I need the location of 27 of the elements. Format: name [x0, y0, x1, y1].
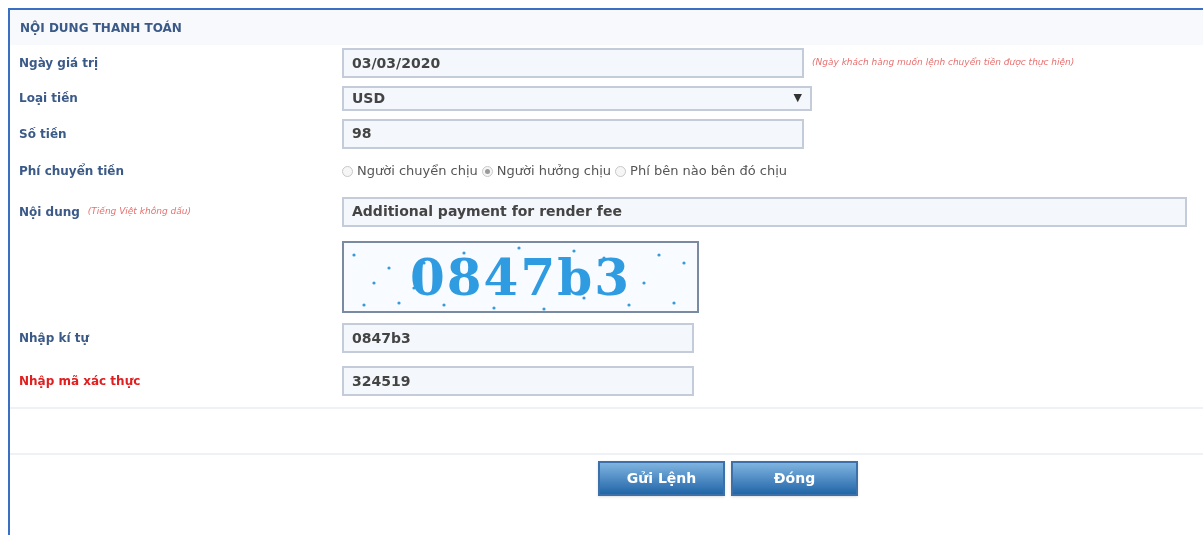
radio-button[interactable]	[481, 165, 493, 177]
section-title: NỘI DUNG THANH TOÁN	[20, 19, 182, 37]
radio-button[interactable]	[342, 165, 353, 177]
radio-label: Phí bên nào bên đó chịu	[630, 162, 787, 181]
date-field[interactable]: 03/03/2020	[342, 48, 804, 78]
field-label: Ngày giá trị	[19, 55, 99, 72]
radio-label: Người chuyển chịu	[357, 162, 478, 181]
field-label: Loại tiền	[19, 90, 78, 107]
content-field[interactable]: Additional payment for render fee	[342, 196, 1187, 227]
captcha-image: 0847b3	[342, 241, 699, 313]
captcha-field[interactable]: 0847b3	[342, 323, 694, 353]
dropdown-value: USD	[352, 88, 386, 108]
field-label: Nhập mã xác thực	[19, 373, 141, 390]
field-label: Phí chuyển tiền	[19, 162, 125, 180]
currency-dropdown[interactable]: USD ▼	[342, 85, 812, 111]
code-field[interactable]: 324519	[342, 366, 694, 396]
field-label: Số tiền	[19, 125, 67, 143]
radio-button[interactable]	[615, 165, 627, 177]
action-button[interactable]: Đóng	[731, 461, 858, 496]
field-label: Nhập kí tự	[19, 330, 89, 347]
radio-label: Người hưởng chịu	[496, 162, 612, 181]
note-text: (Tiếng Việt không dấu)	[87, 204, 191, 218]
amount-field[interactable]: 98	[342, 118, 804, 149]
hint-text: (Ngày khách hàng muốn lệnh chuyển tiền được thực hiện)	[812, 56, 1075, 70]
action-button[interactable]: Gửi Lệnh	[598, 461, 725, 496]
caret-icon: ▼	[793, 89, 802, 107]
field-label: Nội dung	[19, 203, 80, 221]
